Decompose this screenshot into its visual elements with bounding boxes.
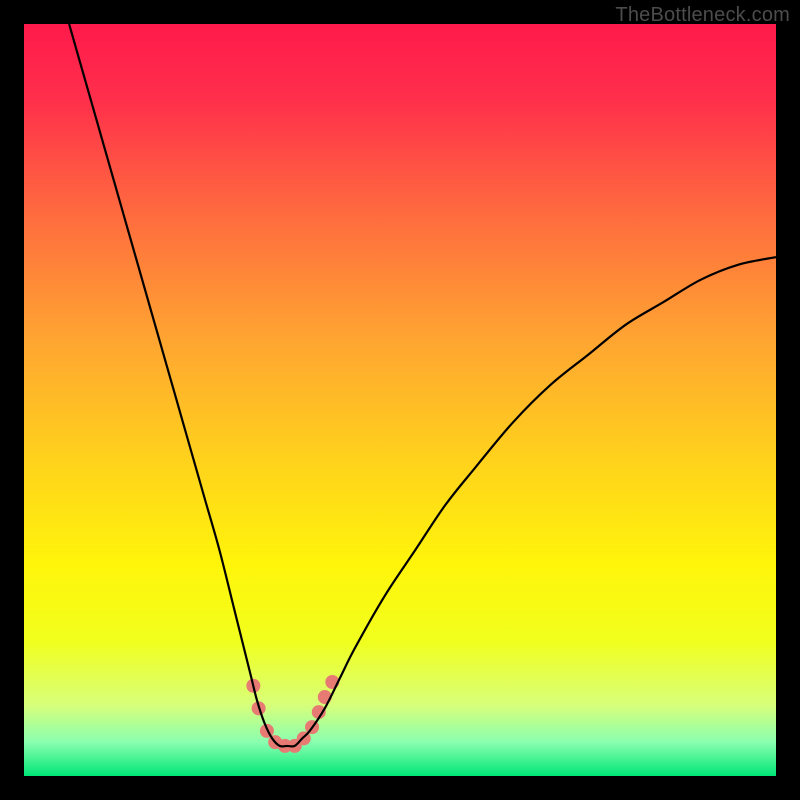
plot-area	[24, 24, 776, 776]
bottleneck-curve	[69, 24, 776, 746]
watermark-text: TheBottleneck.com	[615, 4, 790, 27]
outer-frame: TheBottleneck.com	[0, 0, 800, 800]
curve-layer	[24, 24, 776, 776]
